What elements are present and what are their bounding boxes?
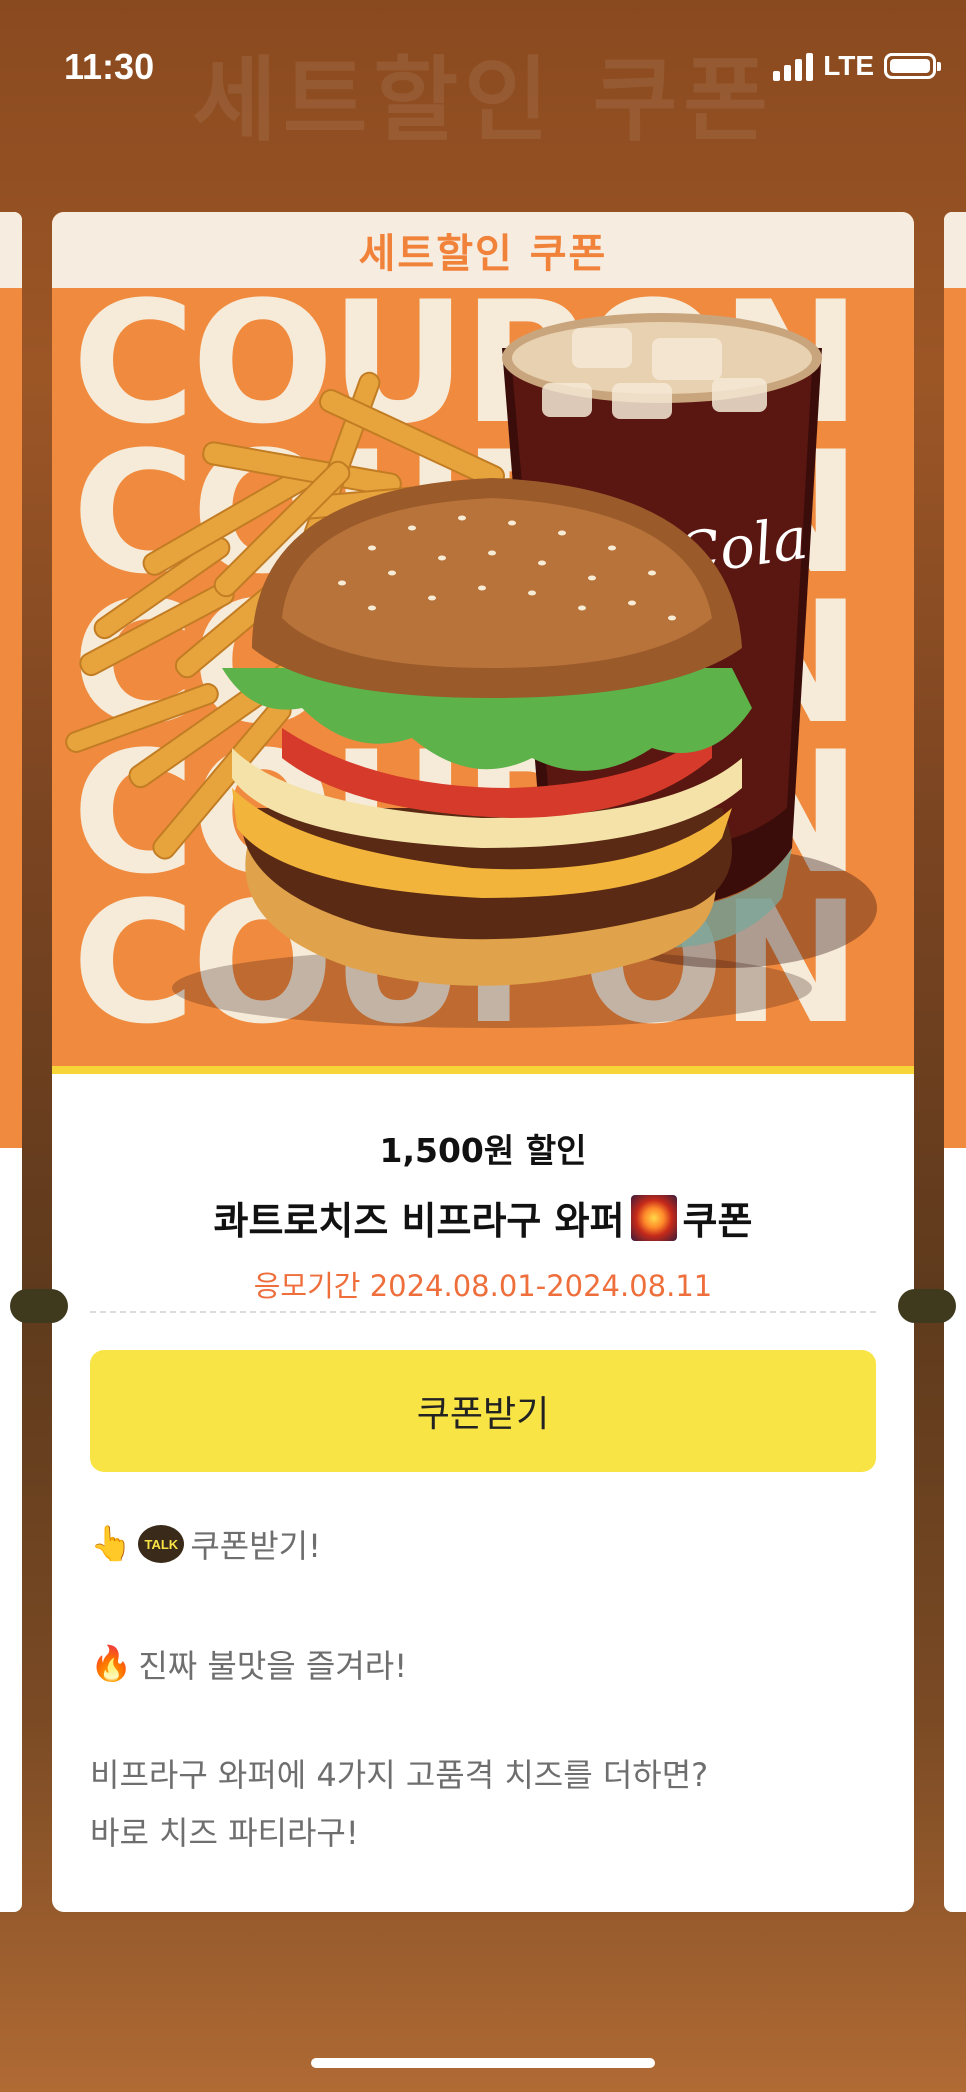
entry-period-value: 2024.08.01-2024.08.11	[369, 1269, 713, 1303]
network-label: LTE	[823, 50, 874, 81]
battery-icon	[884, 53, 941, 79]
status-bar: 11:30 LTE	[0, 0, 966, 140]
coupon-hero-title: 세트할인 쿠폰	[358, 231, 608, 277]
hero-bottom-accent-line	[52, 1066, 914, 1074]
ticket-notch-right	[898, 1289, 956, 1323]
description-text: 바로 치즈 파티라구!	[90, 1814, 359, 1852]
product-name: 콰트로치즈 비프라구 와퍼	[213, 1199, 625, 1243]
coupon-description: 👆 TALK 쿠폰받기! 🔥 진짜 불맛을 즐겨라! 비프라구 와퍼에 4가지 …	[90, 1522, 876, 1862]
product-name-suffix: 쿠폰	[682, 1199, 753, 1243]
burger-fries-cola-illustration: Coca-Cola	[65, 313, 877, 1028]
ticket-notch-left	[10, 1289, 68, 1323]
previous-coupon-card-peek[interactable]	[0, 212, 22, 1912]
ticket-dashed-divider	[90, 1311, 876, 1313]
coupon-hero-header: 세트할인 쿠폰	[52, 212, 914, 288]
pointing-finger-icon: 👆	[90, 1524, 133, 1564]
status-time: 11:30	[64, 46, 155, 87]
description-text: 쿠폰받기!	[190, 1527, 321, 1565]
product-title: 콰트로치즈 비프라구 와퍼 쿠폰	[52, 1190, 914, 1245]
discount-amount: 1,500원 할인	[379, 1131, 587, 1170]
firework-icon	[630, 1194, 677, 1241]
description-text: 진짜 불맛을 즐겨라!	[138, 1647, 408, 1685]
entry-period: 응모기간 2024.08.01-2024.08.11	[52, 1263, 914, 1305]
description-line: 🔥 진짜 불맛을 즐겨라!	[90, 1642, 876, 1686]
description-paragraph: 비프라구 와퍼에 4가지 고품격 치즈를 더하면? 바로 치즈 파티라구!	[90, 1746, 876, 1862]
signal-icon	[773, 51, 814, 81]
kakaotalk-icon: TALK	[138, 1525, 185, 1563]
description-line: 👆 TALK 쿠폰받기!	[90, 1522, 876, 1566]
coupon-card: 세트할인 쿠폰 COUPON COUPON COUPON COUPON COUP…	[52, 212, 914, 1912]
get-coupon-button[interactable]: 쿠폰받기	[90, 1350, 876, 1472]
description-text: 비프라구 와퍼에 4가지 고품격 치즈를 더하면?	[90, 1756, 709, 1794]
status-indicators: LTE	[773, 50, 941, 82]
fire-icon: 🔥	[90, 1644, 133, 1684]
coupon-hero-banner: 세트할인 쿠폰 COUPON COUPON COUPON COUPON COUP…	[52, 212, 914, 1074]
next-coupon-card-peek[interactable]	[944, 212, 966, 1912]
coupon-info: 1,500원 할인 콰트로치즈 비프라구 와퍼 쿠폰 응모기간 2024.08.…	[52, 1074, 914, 1305]
entry-period-label: 응모기간	[253, 1269, 361, 1303]
home-indicator[interactable]	[311, 2058, 655, 2068]
